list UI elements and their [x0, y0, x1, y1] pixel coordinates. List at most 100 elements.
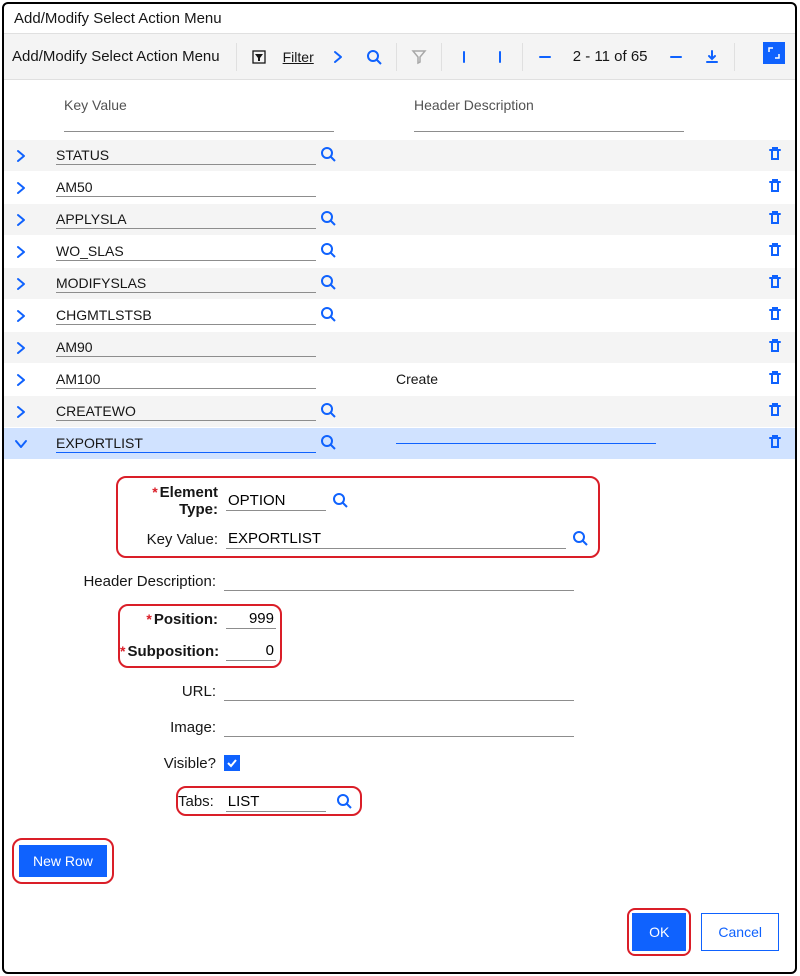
key-value-cell[interactable]: AM100 [56, 371, 316, 389]
pager-text: 2 - 11 of 65 [567, 48, 654, 65]
divider [522, 43, 523, 71]
table-row: AM90 [4, 332, 795, 364]
trash-icon[interactable] [767, 210, 787, 230]
chevron-right-icon[interactable] [12, 243, 30, 261]
lookup-icon[interactable] [320, 306, 340, 326]
desc-cell[interactable] [396, 219, 656, 220]
key-value-cell[interactable]: EXPORTLIST [56, 435, 316, 453]
clear-filter-icon[interactable] [405, 43, 433, 71]
desc-cell[interactable] [396, 443, 656, 444]
tabs-field[interactable] [226, 792, 326, 812]
desc-cell[interactable] [396, 187, 656, 188]
position-field[interactable] [226, 609, 276, 629]
arrow-up-icon[interactable] [450, 43, 478, 71]
ok-button[interactable]: OK [632, 913, 686, 951]
table-row: EXPORTLIST [4, 428, 795, 460]
visible-checkbox[interactable] [224, 755, 240, 771]
url-field[interactable] [224, 681, 574, 701]
key-value-cell[interactable]: APPLYSLA [56, 211, 316, 229]
desc-cell[interactable] [396, 155, 656, 156]
trash-icon[interactable] [767, 242, 787, 262]
desc-cell[interactable] [396, 315, 656, 316]
trash-icon[interactable] [767, 274, 787, 294]
cancel-button[interactable]: Cancel [701, 913, 779, 951]
highlight-box: OK [627, 908, 691, 956]
desc-cell[interactable] [396, 251, 656, 252]
key-value-cell[interactable]: CHGMTLSTSB [56, 307, 316, 325]
subposition-field[interactable] [226, 641, 276, 661]
filter-icon[interactable] [245, 43, 273, 71]
chevron-right-icon[interactable] [12, 211, 30, 229]
toolbar: Add/Modify Select Action Menu Filter 2 -… [4, 34, 795, 80]
label-position: Position: [120, 611, 226, 628]
chevron-right-icon[interactable] [12, 179, 30, 197]
download-icon[interactable] [698, 43, 726, 71]
trash-icon[interactable] [767, 146, 787, 166]
filter-link[interactable]: Filter [281, 49, 316, 65]
key-value-cell[interactable]: CREATEWO [56, 403, 316, 421]
trash-icon[interactable] [767, 178, 787, 198]
element-type-field[interactable] [226, 491, 326, 511]
table-row: MODIFYSLAS [4, 268, 795, 300]
lookup-icon[interactable] [320, 146, 340, 166]
lookup-icon[interactable] [320, 274, 340, 294]
chevron-right-icon[interactable] [12, 307, 30, 325]
table-row: STATUS [4, 140, 795, 172]
header-desc-field[interactable] [224, 571, 574, 591]
key-value-cell[interactable]: MODIFYSLAS [56, 275, 316, 293]
table-row: WO_SLAS [4, 236, 795, 268]
trash-icon[interactable] [767, 338, 787, 358]
chevron-down-icon[interactable] [12, 435, 30, 453]
table-row: APPLYSLA [4, 204, 795, 236]
divider [396, 43, 397, 71]
lookup-icon[interactable] [320, 242, 340, 262]
lookup-icon[interactable] [320, 210, 340, 230]
filter-input-desc[interactable] [414, 131, 684, 132]
key-value-cell[interactable]: STATUS [56, 147, 316, 165]
desc-cell[interactable]: Create [396, 371, 656, 388]
key-value-field[interactable] [226, 529, 566, 549]
key-value-cell[interactable]: AM50 [56, 179, 316, 197]
image-field[interactable] [224, 717, 574, 737]
lookup-icon[interactable] [320, 434, 340, 454]
lookup-icon[interactable] [320, 402, 340, 422]
table-row: CHGMTLSTSB [4, 300, 795, 332]
new-row-button[interactable]: New Row [19, 845, 107, 877]
chevron-right-icon[interactable] [324, 43, 352, 71]
label-tabs: Tabs: [178, 793, 222, 810]
trash-icon[interactable] [767, 306, 787, 326]
desc-cell[interactable] [396, 347, 656, 348]
highlight-box: Position: Subposition: [118, 604, 282, 668]
lookup-icon[interactable] [572, 530, 590, 548]
arrow-down-icon[interactable] [486, 43, 514, 71]
search-icon[interactable] [360, 43, 388, 71]
label-visible: Visible? [14, 755, 224, 772]
trash-icon[interactable] [767, 370, 787, 390]
lookup-icon[interactable] [332, 492, 350, 510]
label-header-desc: Header Description: [14, 573, 224, 590]
trash-icon[interactable] [767, 402, 787, 422]
chevron-right-icon[interactable] [12, 339, 30, 357]
key-value-cell[interactable]: AM90 [56, 339, 316, 357]
filter-input-key[interactable] [64, 131, 334, 132]
detail-panel: Element Type: Key Value: Header Descript… [4, 460, 795, 834]
chevron-right-icon[interactable] [12, 403, 30, 421]
desc-cell[interactable] [396, 411, 656, 412]
trash-icon[interactable] [767, 434, 787, 454]
key-value-cell[interactable]: WO_SLAS [56, 243, 316, 261]
desc-cell[interactable] [396, 283, 656, 284]
highlight-box: Tabs: [176, 786, 362, 816]
label-image: Image: [14, 719, 224, 736]
page-prev-icon[interactable] [531, 43, 559, 71]
table-row: AM100 Create [4, 364, 795, 396]
dialog: Add/Modify Select Action Menu Add/Modify… [2, 2, 797, 974]
toolbar-title: Add/Modify Select Action Menu [12, 48, 228, 65]
page-next-icon[interactable] [662, 43, 690, 71]
chevron-right-icon[interactable] [12, 275, 30, 293]
lookup-icon[interactable] [336, 793, 354, 811]
chevron-right-icon[interactable] [12, 147, 30, 165]
maximize-icon[interactable] [763, 42, 785, 64]
chevron-right-icon[interactable] [12, 371, 30, 389]
table-body: STATUS AM50 APPLYSLA WO_SLAS MODIFYSLAS CHGMT… [4, 140, 795, 460]
divider [441, 43, 442, 71]
